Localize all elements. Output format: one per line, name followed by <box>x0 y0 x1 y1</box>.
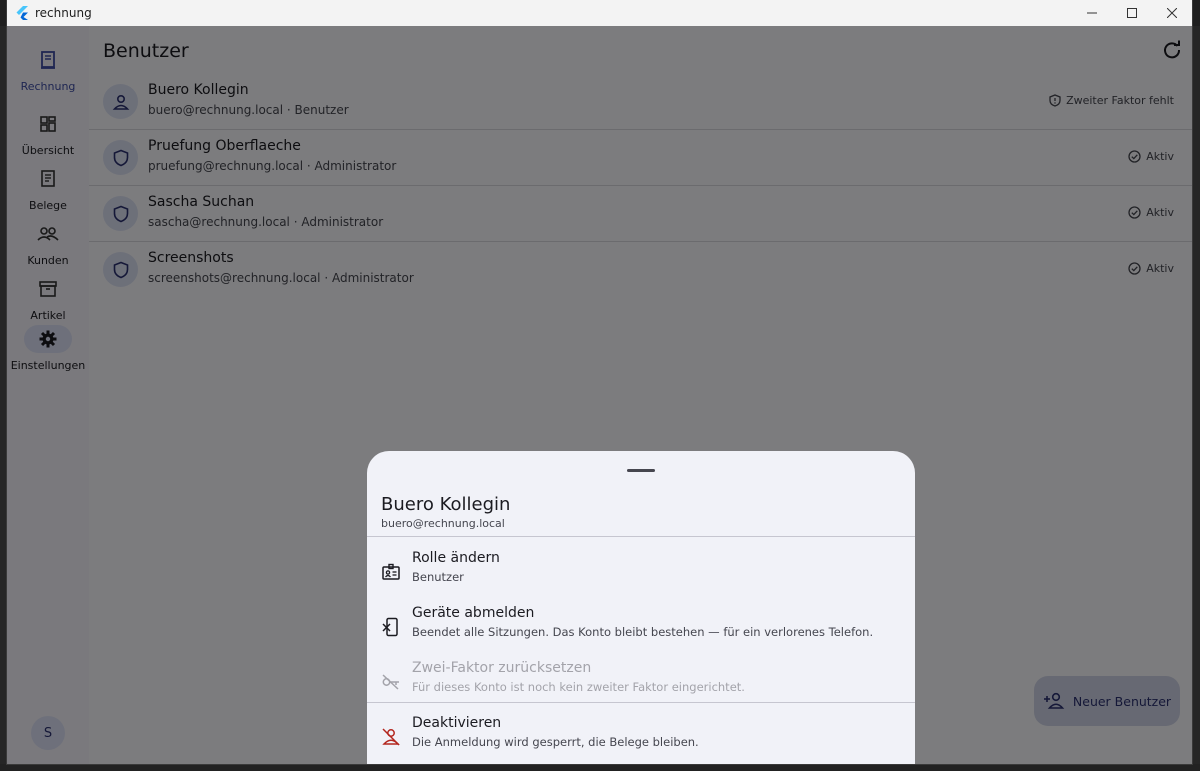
flutter-logo-icon <box>16 6 28 20</box>
key-off-icon <box>382 674 399 690</box>
close-icon <box>1167 8 1177 18</box>
sign-out-devices-action[interactable]: Geräte abmelden Beendet alle Sitzungen. … <box>367 599 915 654</box>
deactivate-action[interactable]: Deaktivieren Die Anmeldung wird gesperrt… <box>367 709 915 764</box>
reset-two-factor-action[interactable]: Zwei-Faktor zurücksetzen Für dieses Kont… <box>367 654 915 709</box>
minimize-button[interactable] <box>1072 0 1112 26</box>
action-label: Zwei-Faktor zurücksetzen <box>412 660 592 676</box>
phone-off-icon <box>382 617 398 637</box>
maximize-icon <box>1127 8 1137 18</box>
badge-icon <box>382 563 400 580</box>
app-window: rechnung Rechnung <box>7 0 1192 764</box>
divider <box>367 536 915 537</box>
sheet-subtitle: buero@rechnung.local <box>381 517 505 530</box>
action-label: Deaktivieren <box>412 715 502 731</box>
change-role-action[interactable]: Rolle ändern Benutzer <box>367 544 915 599</box>
divider <box>367 702 915 703</box>
action-description: Die Anmeldung wird gesperrt, die Belege … <box>412 735 699 749</box>
window-title: rechnung <box>35 6 92 20</box>
title-bar[interactable]: rechnung <box>7 0 1192 26</box>
desktop-background-bottom <box>0 764 1200 771</box>
close-button[interactable] <box>1152 0 1192 26</box>
minimize-icon <box>1087 12 1097 14</box>
desktop-background-left <box>0 26 7 771</box>
sheet-title: Buero Kollegin <box>381 494 511 515</box>
maximize-button[interactable] <box>1112 0 1152 26</box>
action-description: Für dieses Konto ist noch kein zweiter F… <box>412 680 745 694</box>
user-actions-sheet: Buero Kollegin buero@rechnung.local Roll… <box>367 451 915 764</box>
person-off-icon <box>382 728 400 746</box>
action-label: Geräte abmelden <box>412 605 535 621</box>
action-description: Benutzer <box>412 570 464 584</box>
drag-handle[interactable] <box>627 469 655 472</box>
window-controls <box>1072 0 1192 26</box>
desktop-background-right <box>1192 26 1200 771</box>
action-label: Rolle ändern <box>412 550 500 566</box>
action-description: Beendet alle Sitzungen. Das Konto bleibt… <box>412 625 874 639</box>
